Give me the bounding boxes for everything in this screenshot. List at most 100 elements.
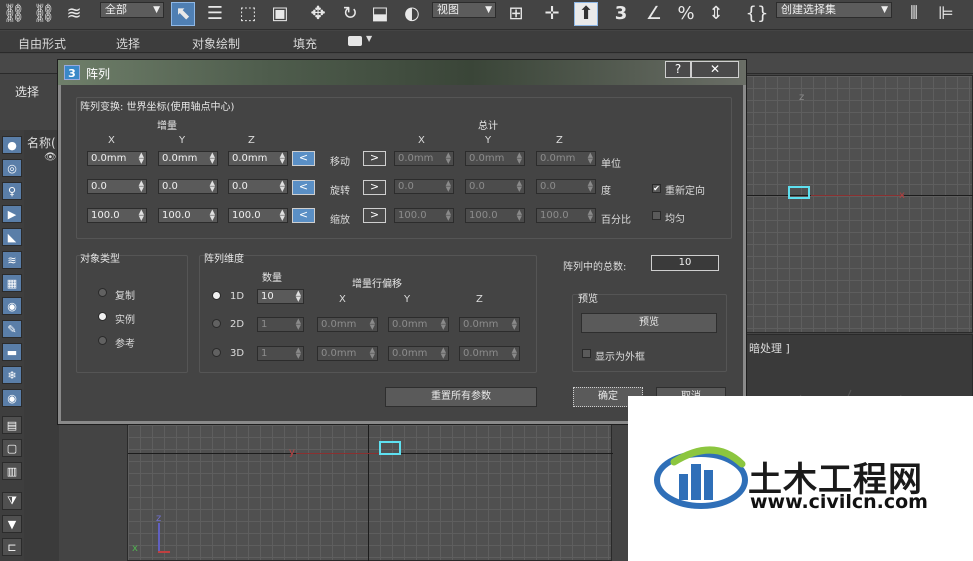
chevron-down-icon[interactable]: ▼: [366, 34, 372, 43]
viewport-front[interactable]: y z x: [127, 424, 613, 561]
copy-radio[interactable]: [98, 288, 107, 297]
spinner-arrows-icon[interactable]: ▲ ▼: [139, 180, 144, 193]
spinner-arrows-icon[interactable]: ▲ ▼: [210, 180, 215, 193]
scale-left-arrow-button[interactable]: <: [292, 208, 315, 223]
ribbon-tab-object-paint[interactable]: 对象绘制: [192, 35, 240, 52]
link-icon[interactable]: ⛓: [2, 2, 26, 26]
move-right-arrow-button[interactable]: >: [363, 151, 386, 166]
display-helpers-icon[interactable]: ◣: [2, 228, 22, 246]
dialog-titlebar[interactable]: 3 阵列 ? ✕: [58, 60, 746, 85]
name-column-header[interactable]: 名称(: [27, 134, 56, 151]
scale-increment-z[interactable]: 100.0 ▲ ▼: [228, 208, 288, 223]
move-total-z: 0.0mm ▲ ▼: [536, 151, 596, 166]
spinner-arrows-icon[interactable]: ▲ ▼: [139, 152, 144, 165]
spinner-arrows-icon[interactable]: ▲ ▼: [139, 209, 144, 222]
display-containers-icon[interactable]: ▬: [2, 343, 22, 361]
named-selection-set-dropdown[interactable]: 创建选择集 ▼: [776, 2, 892, 18]
spinner-arrows-icon[interactable]: ▲ ▼: [210, 209, 215, 222]
move-increment-x[interactable]: 0.0mm ▲ ▼: [87, 151, 147, 166]
percent-snap-icon[interactable]: %: [674, 2, 698, 26]
dimension-1d-radio[interactable]: [212, 291, 221, 300]
rotate-right-arrow-button[interactable]: >: [363, 180, 386, 195]
selection-filter-dropdown[interactable]: 全部 ▼: [100, 2, 164, 18]
select-by-name-icon[interactable]: ☰: [203, 2, 227, 26]
snaps-toggle-icon[interactable]: 3: [609, 2, 633, 26]
selected-object[interactable]: [379, 441, 401, 455]
window-crossing-icon[interactable]: ▣: [268, 2, 292, 26]
select-manipulate-icon[interactable]: ✛: [540, 2, 564, 26]
scale-increment-x[interactable]: 100.0 ▲ ▼: [87, 208, 147, 223]
total-in-array-field[interactable]: 10: [651, 255, 719, 271]
unlink-icon[interactable]: ⛓: [32, 2, 56, 26]
instance-radio[interactable]: [98, 312, 107, 321]
display-all-icon[interactable]: ◉: [2, 389, 22, 407]
preview-button[interactable]: 预览: [581, 313, 717, 333]
close-button[interactable]: ✕: [691, 61, 739, 78]
display-bones-icon[interactable]: ✎: [2, 320, 22, 338]
show-as-box-checkbox[interactable]: [582, 349, 591, 358]
rectangular-selection-icon[interactable]: ⬚: [236, 2, 260, 26]
display-groups-icon[interactable]: ▦: [2, 274, 22, 292]
ribbon-tab-populate[interactable]: 填充: [293, 35, 317, 52]
rotate-increment-z[interactable]: 0.0 ▲ ▼: [228, 179, 288, 194]
reset-all-parameters-button[interactable]: 重置所有参数: [385, 387, 537, 407]
move-unit-label: 单位: [601, 159, 621, 170]
reorient-checkbox[interactable]: ✔: [652, 184, 661, 193]
dimension-2d-radio[interactable]: [212, 319, 221, 328]
filter-toggle-icon[interactable]: ▼: [2, 515, 22, 533]
spinner-snap-icon[interactable]: ⇕: [704, 2, 728, 26]
spinner-arrows-icon: ▲ ▼: [587, 179, 593, 193]
rotate-increment-y[interactable]: 0.0 ▲ ▼: [158, 179, 218, 194]
reference-radio[interactable]: [98, 336, 107, 345]
dimension-1d-count[interactable]: 10 ▲ ▼: [257, 289, 304, 304]
display-spacewarps-icon[interactable]: ≋: [2, 251, 22, 269]
ribbon-tab-freeform[interactable]: 自由形式: [18, 35, 66, 52]
edit-named-selection-icon[interactable]: {}: [745, 2, 769, 26]
move-increment-y[interactable]: 0.0mm ▲ ▼: [158, 151, 218, 166]
display-lights-icon[interactable]: ♀: [2, 182, 22, 200]
rotate-increment-x[interactable]: 0.0 ▲ ▼: [87, 179, 147, 194]
mirror-icon[interactable]: ⫴: [902, 2, 926, 26]
spinner-arrows-icon[interactable]: ▲ ▼: [280, 180, 285, 193]
selected-object[interactable]: [788, 186, 810, 199]
rotate-icon[interactable]: ↻: [338, 2, 362, 26]
keyboard-shortcut-override-icon[interactable]: ⬆: [574, 2, 598, 26]
pivot-center-icon[interactable]: ⊞: [504, 2, 528, 26]
scale-increment-y[interactable]: 100.0 ▲ ▼: [158, 208, 218, 223]
ribbon-tab-selection[interactable]: 选择: [116, 35, 140, 52]
ribbon-options-icon[interactable]: [348, 36, 362, 46]
select-invert-icon[interactable]: ▥: [2, 462, 22, 480]
scale-right-arrow-button[interactable]: >: [363, 208, 386, 223]
place-icon[interactable]: ◐: [400, 2, 424, 26]
move-increment-z[interactable]: 0.0mm ▲ ▼: [228, 151, 288, 166]
spinner-arrows-icon[interactable]: ▲ ▼: [296, 290, 301, 303]
layer-icon[interactable]: ⊏: [2, 538, 22, 556]
viewport-shading-label[interactable]: 暗处理 ]: [749, 340, 790, 356]
spinner-arrows-icon[interactable]: ▲ ▼: [280, 152, 285, 165]
select-all-icon[interactable]: ▤: [2, 416, 22, 434]
display-particles-icon[interactable]: ❄: [2, 366, 22, 384]
select-none-icon[interactable]: ▢: [2, 439, 22, 457]
spinner-arrows-icon[interactable]: ▲ ▼: [280, 209, 285, 222]
rotate-left-arrow-button[interactable]: <: [292, 180, 315, 195]
angle-snap-icon[interactable]: ∠: [642, 2, 666, 26]
display-xrefs-icon[interactable]: ◉: [2, 297, 22, 315]
select-object-icon[interactable]: ⬉: [171, 2, 195, 26]
move-left-arrow-button[interactable]: <: [292, 151, 315, 166]
select-label[interactable]: 选择: [15, 83, 39, 100]
align-icon[interactable]: ⊫: [934, 2, 958, 26]
scale-icon[interactable]: ⬓: [368, 2, 392, 26]
eye-icon[interactable]: 👁: [44, 152, 57, 163]
display-geometry-icon[interactable]: ●: [2, 136, 22, 154]
uniform-checkbox[interactable]: [652, 211, 661, 220]
display-shapes-icon[interactable]: ◎: [2, 159, 22, 177]
reference-coordinate-dropdown[interactable]: 视图 ▼: [432, 2, 496, 18]
move-icon[interactable]: ✥: [306, 2, 330, 26]
display-cameras-icon[interactable]: ▶: [2, 205, 22, 223]
bind-spacewarp-icon[interactable]: ≋: [62, 2, 86, 26]
dimension-3d-radio[interactable]: [212, 348, 221, 357]
viewport-top-right[interactable]: x z: [740, 75, 973, 333]
spinner-arrows-icon[interactable]: ▲ ▼: [210, 152, 215, 165]
filter-icon[interactable]: ⧩: [2, 492, 22, 510]
help-button[interactable]: ?: [665, 61, 691, 78]
